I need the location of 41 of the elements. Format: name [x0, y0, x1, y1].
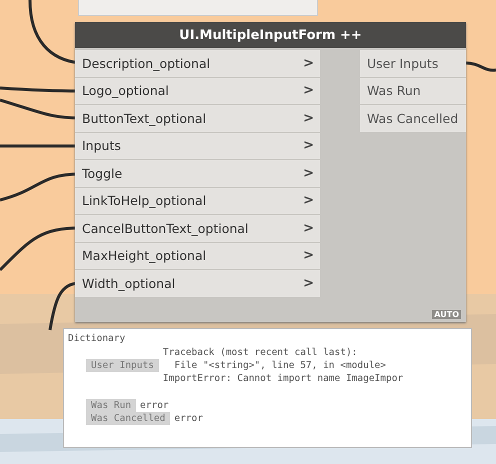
- node-title: UI.MultipleInputForm ++: [75, 22, 466, 48]
- port-label: Toggle: [82, 166, 122, 181]
- arrow-glyph: >: [303, 110, 314, 126]
- input-port[interactable]: LinkToHelp_optional >: [75, 188, 320, 214]
- value-text: File "<string>", line 57, in <module>: [173, 359, 387, 372]
- input-port[interactable]: Toggle >: [75, 160, 320, 186]
- input-port[interactable]: Logo_optional >: [75, 78, 320, 104]
- value-text: ImportError: Cannot import name ImageImpor: [162, 372, 404, 385]
- arrow-glyph: >: [303, 166, 314, 181]
- arrow-glyph: >: [303, 193, 314, 208]
- arrow-glyph: >: [303, 248, 314, 264]
- port-label: LinkToHelp_optional: [82, 193, 206, 208]
- value-text: Traceback (most recent call last):: [162, 346, 358, 359]
- output-port[interactable]: User Inputs: [360, 50, 466, 76]
- input-port[interactable]: CancelButtonText_optional >: [75, 215, 320, 242]
- arrow-glyph: >: [303, 138, 314, 154]
- port-label: CancelButtonText_optional: [82, 220, 248, 236]
- input-port[interactable]: Inputs >: [75, 132, 320, 159]
- output-port[interactable]: Was Cancelled: [360, 105, 466, 132]
- port-label: Logo_optional: [82, 83, 169, 98]
- output-port[interactable]: Was Run: [360, 78, 466, 104]
- port-label: Inputs: [82, 138, 121, 154]
- arrow-glyph: >: [303, 276, 314, 291]
- value-text: error: [174, 412, 203, 425]
- input-port[interactable]: ButtonText_optional >: [75, 105, 320, 132]
- key-label: User Inputs: [86, 359, 159, 372]
- type-label: Dictionary: [68, 333, 126, 344]
- value-text: error: [140, 399, 169, 412]
- key-label: Was Cancelled: [86, 412, 170, 425]
- arrow-glyph: >: [303, 56, 314, 71]
- port-label: ButtonText_optional: [82, 110, 206, 126]
- arrow-glyph: >: [303, 83, 314, 98]
- arrow-glyph: >: [303, 220, 314, 236]
- port-label: MaxHeight_optional: [82, 248, 206, 264]
- input-port[interactable]: Width_optional >: [75, 270, 320, 296]
- port-label: Width_optional: [82, 276, 176, 291]
- node-body[interactable]: [75, 22, 466, 322]
- input-port[interactable]: Description_optional >: [75, 50, 320, 76]
- input-port[interactable]: MaxHeight_optional >: [75, 242, 320, 269]
- port-label: Description_optional: [82, 56, 210, 71]
- key-label: Was Run: [86, 399, 136, 412]
